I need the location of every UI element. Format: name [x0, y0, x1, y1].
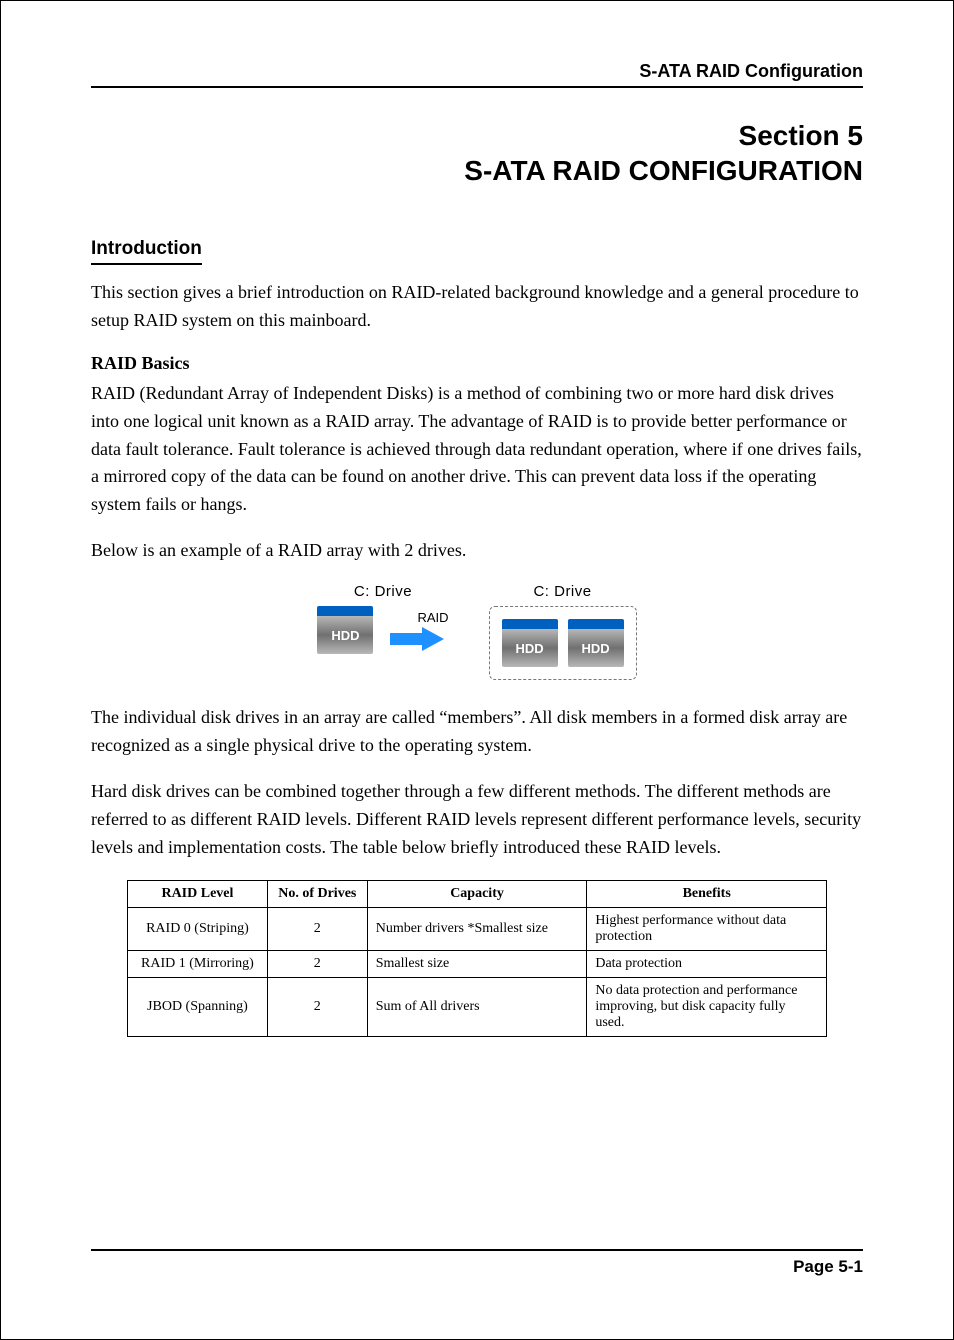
cell-benefits: No data protection and performance impro… — [587, 977, 827, 1036]
running-header: S-ATA RAID Configuration — [91, 61, 863, 88]
cell-benefits: Data protection — [587, 950, 827, 977]
page-number: Page 5-1 — [793, 1257, 863, 1276]
th-capacity: Capacity — [367, 880, 587, 907]
hdd-block-icon: HDD — [568, 619, 624, 667]
cell-level: JBOD (Spanning) — [128, 977, 268, 1036]
raid-figure: C: Drive HDD RAID C: Drive HDD HDD — [91, 583, 863, 680]
arrow-right-icon — [422, 627, 444, 651]
table-row: RAID 1 (Mirroring) 2 Smallest size Data … — [128, 950, 827, 977]
cell-drives: 2 — [267, 977, 367, 1036]
page-footer: Page 5-1 — [91, 1249, 863, 1277]
figure-left-label: C: Drive — [354, 583, 412, 600]
cell-benefits: Highest performance without data protect… — [587, 907, 827, 950]
table-row: RAID 0 (Striping) 2 Number drivers *Smal… — [128, 907, 827, 950]
figure-left: C: Drive HDD RAID — [317, 583, 448, 654]
table-header-row: RAID Level No. of Drives Capacity Benefi… — [128, 880, 827, 907]
section-title-line1: Section 5 — [91, 118, 863, 153]
table-row: JBOD (Spanning) 2 Sum of All drivers No … — [128, 977, 827, 1036]
cell-level: RAID 1 (Mirroring) — [128, 950, 268, 977]
intro-paragraph: This section gives a brief introduction … — [91, 279, 863, 335]
cell-capacity: Sum of All drivers — [367, 977, 587, 1036]
cell-drives: 2 — [267, 950, 367, 977]
section-title: Section 5 S-ATA RAID CONFIGURATION — [91, 118, 863, 188]
basics-paragraph-1: RAID (Redundant Array of Independent Dis… — [91, 380, 863, 519]
raid-arrow-label: RAID — [417, 610, 448, 625]
after-paragraph-1: The individual disk drives in an array a… — [91, 704, 863, 760]
th-raid-level: RAID Level — [128, 880, 268, 907]
th-no-of-drives: No. of Drives — [267, 880, 367, 907]
figure-right: C: Drive HDD HDD — [489, 583, 637, 680]
cell-drives: 2 — [267, 907, 367, 950]
raid-levels-table: RAID Level No. of Drives Capacity Benefi… — [127, 880, 827, 1037]
basics-paragraph-2: Below is an example of a RAID array with… — [91, 537, 863, 565]
section-title-line2: S-ATA RAID CONFIGURATION — [91, 153, 863, 188]
th-benefits: Benefits — [587, 880, 827, 907]
cell-capacity: Smallest size — [367, 950, 587, 977]
hdd-block-icon: HDD — [317, 606, 373, 654]
after-paragraph-2: Hard disk drives can be combined togethe… — [91, 778, 863, 862]
cell-level: RAID 0 (Striping) — [128, 907, 268, 950]
hdd-block-icon: HDD — [502, 619, 558, 667]
figure-right-label: C: Drive — [533, 583, 591, 600]
heading-introduction: Introduction — [91, 238, 202, 265]
heading-raid-basics: RAID Basics — [91, 353, 863, 374]
cell-capacity: Number drivers *Smallest size — [367, 907, 587, 950]
raid-array-group: HDD HDD — [489, 606, 637, 680]
